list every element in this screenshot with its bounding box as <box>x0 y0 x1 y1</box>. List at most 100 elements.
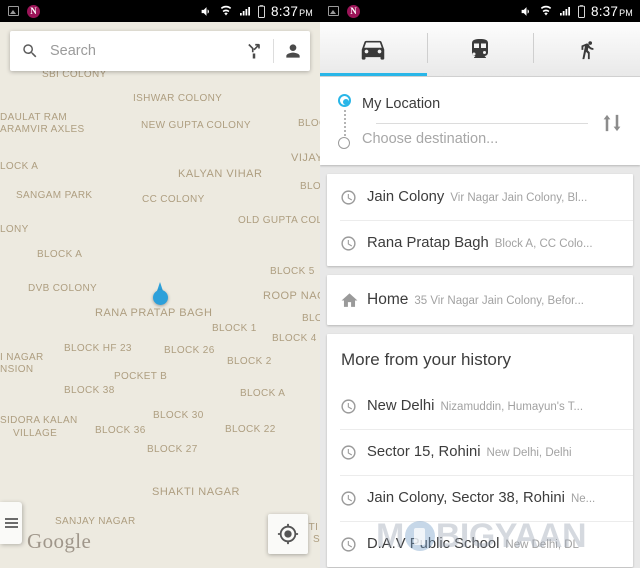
map-label: POCKET B <box>114 371 168 382</box>
status-time: 8:37PM <box>591 3 633 19</box>
n-app-icon: N <box>27 4 40 18</box>
home-card: Home 35 Vir Nagar Jain Colony, Befor... <box>327 275 633 325</box>
route-input-card: My Location Choose destination... <box>320 77 640 165</box>
map-label: LONY <box>0 224 29 235</box>
origin-value: My Location <box>362 95 441 112</box>
history-list: New Delhi Nizamuddin, Humayun's T... Secto… <box>327 383 633 567</box>
home-name: Home <box>367 291 409 308</box>
directions-button[interactable] <box>237 31 271 71</box>
list-item-suggestion[interactable]: Jain Colony Vir Nagar Jain Colony, Bl... <box>327 174 633 220</box>
tab-transit[interactable] <box>426 22 534 76</box>
item-detail: Vir Nagar Jain Colony, Bl... <box>450 192 588 204</box>
map-label: BLO <box>302 313 320 324</box>
history-title: More from your history <box>341 350 512 369</box>
map-label: BLOCK A <box>240 388 286 399</box>
search-icon <box>21 42 39 60</box>
item-detail: New Delhi, DL <box>505 539 579 551</box>
map-label: S <box>313 534 320 545</box>
travel-mode-tabs <box>320 22 640 77</box>
map-label: ROOP NAG <box>263 290 320 302</box>
map-label: BLOC <box>298 118 320 129</box>
clock-history-icon <box>340 189 367 206</box>
map-label: VIJAY <box>291 152 320 164</box>
list-item-history[interactable]: D.A.V Public School New Delhi, DL <box>327 521 633 567</box>
item-name: Sector 15, Rohini <box>367 444 481 460</box>
clock-history-icon <box>340 444 367 461</box>
map-label: OLD GUPTA COL <box>238 215 320 226</box>
search-bar[interactable] <box>10 31 310 71</box>
map-label: SIDORA KALAN <box>0 415 78 426</box>
google-attribution: Google <box>27 529 92 553</box>
clock-history-icon <box>340 536 367 553</box>
item-name: New Delhi <box>367 398 435 414</box>
panel-content: My Location Choose destination... Jain C… <box>320 77 640 568</box>
swap-arrows-icon <box>601 113 623 133</box>
my-location-crosshair-icon <box>277 523 299 545</box>
map-label: BLOCK HF 23 <box>64 343 132 354</box>
map-label: BLOCK 4 <box>272 333 317 344</box>
status-time: 8:37PM <box>271 3 313 19</box>
map-label: BLOCK 26 <box>164 345 215 356</box>
account-avatar-icon <box>283 41 303 61</box>
list-item-suggestion[interactable]: Rana Pratap Bagh Block A, CC Colo... <box>327 220 633 266</box>
destination-row[interactable]: Choose destination... <box>320 121 640 156</box>
map-label: BLOCK 2 <box>227 356 272 367</box>
map-label: DAULAT RAM <box>0 112 68 123</box>
item-name: Jain Colony <box>367 189 445 205</box>
map-label: BLOCK 5 <box>270 266 315 277</box>
tab-driving[interactable] <box>320 22 427 76</box>
hamburger-menu-icon <box>4 516 18 530</box>
item-detail: Nizamuddin, Humayun's T... <box>440 401 584 413</box>
map-label: VILLAGE <box>13 428 58 439</box>
destination-circle-icon <box>338 137 350 149</box>
map-canvas[interactable]: SBI COLONY ISHWAR COLONY DAULAT RAM ARAMVIR… <box>0 0 320 568</box>
battery-icon <box>577 4 586 18</box>
map-label: CC COLONY <box>142 194 205 205</box>
home-icon <box>340 291 367 310</box>
directions-panel: My Location Choose destination... Jain C… <box>320 0 640 568</box>
map-label: BLOCK 22 <box>225 424 276 435</box>
list-item-home[interactable]: Home 35 Vir Nagar Jain Colony, Befor... <box>327 275 633 325</box>
map-drawer-button[interactable] <box>0 502 22 544</box>
map-label: NEW GUPTA COLONY <box>141 120 251 131</box>
search-divider <box>273 39 274 63</box>
map-label: ISHWAR COLONY <box>133 93 223 104</box>
origin-dot-icon <box>338 94 351 107</box>
list-item-history[interactable]: New Delhi Nizamuddin, Humayun's T... <box>327 383 633 429</box>
map-panel: SBI COLONY ISHWAR COLONY DAULAT RAM ARAMVIR… <box>0 0 320 568</box>
battery-icon <box>257 4 266 18</box>
map-label: SANGAM PARK <box>16 190 93 201</box>
map-label: BLOCK 38 <box>64 385 115 396</box>
volume-icon <box>519 5 534 18</box>
train-icon <box>468 37 492 61</box>
suggestions-card: Jain Colony Vir Nagar Jain Colony, Bl... R… <box>327 174 633 266</box>
image-icon <box>8 6 19 16</box>
map-label: KALYAN VIHAR <box>178 168 263 180</box>
list-item-history[interactable]: Jain Colony, Sector 38, Rohini Ne... <box>327 475 633 521</box>
destination-placeholder: Choose destination... <box>362 130 499 147</box>
status-bar-left: N 8:37PM <box>0 0 320 22</box>
map-label: SANJAY NAGAR <box>55 516 136 527</box>
account-button[interactable] <box>276 31 310 71</box>
tab-walking[interactable] <box>533 22 640 76</box>
origin-row[interactable]: My Location <box>320 86 640 121</box>
swap-button[interactable] <box>597 110 627 136</box>
map-label: NSION <box>0 364 34 375</box>
directions-fork-icon <box>244 41 264 61</box>
item-detail: Block A, CC Colo... <box>494 238 593 250</box>
n-app-icon: N <box>347 4 360 18</box>
map-label: I NAGAR <box>0 352 44 363</box>
clock-history-icon <box>340 490 367 507</box>
map-label: BLOCK 27 <box>147 444 198 455</box>
map-label: BLO <box>300 181 320 192</box>
app-screen: SBI COLONY ISHWAR COLONY DAULAT RAM ARAMVIR… <box>0 0 640 568</box>
my-location-button[interactable] <box>268 514 308 554</box>
list-item-history[interactable]: Sector 15, Rohini New Delhi, Delhi <box>327 429 633 475</box>
active-tab-indicator <box>320 72 427 76</box>
history-card: More from your history New Delhi Nizamudd… <box>327 334 633 567</box>
search-input[interactable] <box>50 43 237 59</box>
map-label: ARAMVIR AXLES <box>0 124 85 135</box>
route-dots-line <box>343 110 346 136</box>
status-bar-right: N 8:37PM <box>320 0 640 22</box>
wifi-icon <box>539 5 553 17</box>
